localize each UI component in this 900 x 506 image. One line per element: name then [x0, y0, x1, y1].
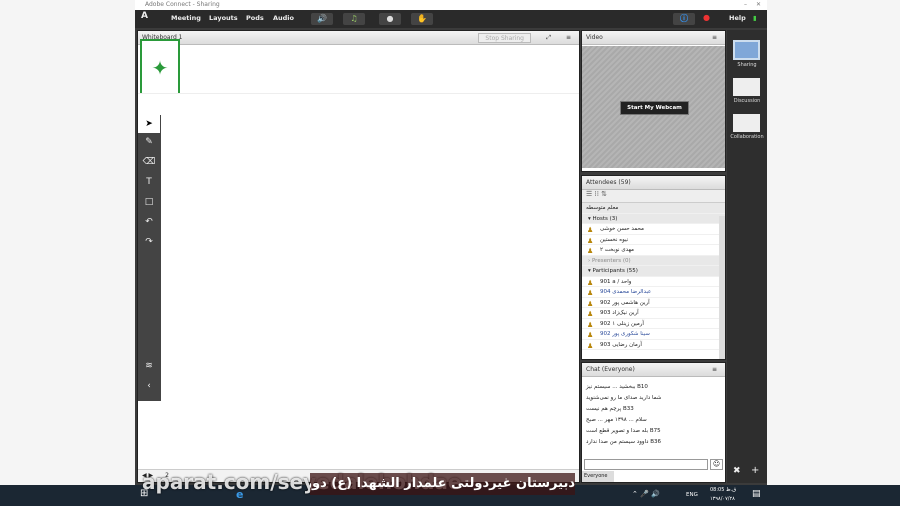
info-icon[interactable]: ⓘ — [673, 13, 695, 25]
stop-sharing-button[interactable]: Stop Sharing — [478, 33, 531, 43]
pod-menu-icon[interactable]: ≡ — [566, 31, 571, 45]
list-item[interactable]: ♟ 902 آرین هاشمی پور — [582, 298, 725, 308]
adobe-logo-icon: A — [141, 11, 148, 21]
attendees-pod: Attendees (59) ☰ ⁞⁞ ⇅ معلم متوسطه ▾ Host… — [581, 175, 726, 360]
group-presenters[interactable]: › Presenters (0) — [582, 255, 725, 266]
collapse-toolbar-icon[interactable]: ‹ — [138, 381, 160, 391]
pod-menu-icon[interactable]: ≡ — [712, 363, 717, 377]
group-hosts[interactable]: ▾ Hosts (3) — [582, 213, 725, 224]
chat-tab-everyone[interactable]: Everyone — [582, 471, 614, 482]
layout-sharing[interactable]: Sharing — [727, 62, 767, 68]
chat-messages: B10 ببخشید ... سیستم نیز شما دارید صدای … — [582, 377, 725, 448]
chat-message: B33 پرچم هم نیست — [586, 406, 634, 412]
attendees-scrollbar[interactable] — [719, 216, 725, 359]
caption-overlay: دبیرستان غیردولتی علمدار الشهدا (ع) دوره… — [310, 473, 575, 495]
attendees-title: Attendees (59) — [586, 179, 631, 186]
shape-tool-icon[interactable]: □ — [138, 197, 160, 207]
drawing-toolbar: ➤ ✎ ⌫ T □ ↶ ↷ ≋ ‹ — [138, 115, 161, 401]
chat-message: B75 بله صدا و تصویر قطع است — [586, 428, 661, 434]
chat-input[interactable] — [584, 459, 708, 470]
menu-pods[interactable]: Pods — [246, 14, 264, 22]
webcam-icon[interactable]: ● — [379, 13, 401, 25]
title-bar: Adobe Connect - Sharing – ✕ — [135, 0, 767, 10]
layout-collaboration[interactable]: Collaboration — [727, 134, 767, 140]
minimize-button[interactable]: – — [744, 0, 747, 10]
undo-icon[interactable]: ↶ — [138, 217, 160, 227]
group-participants[interactable]: ▾ Participants (55) — [582, 266, 725, 277]
clock-date[interactable]: ۱۳۹۸/۰۷/۲۸ — [710, 496, 735, 502]
record-icon[interactable]: ● — [703, 13, 710, 22]
chat-message: سلام ... ۱۳۹۸ مهر ... صبح — [586, 417, 647, 423]
layout-discussion-thumb[interactable] — [733, 78, 760, 96]
clock-time[interactable]: 08:05 ق.ظ — [710, 487, 736, 493]
list-item[interactable]: ♟ 902 آرمین زینلی ۱ — [582, 319, 725, 329]
tools-icon[interactable]: ✖ — [733, 466, 741, 476]
layouts-bar: Sharing Discussion Collaboration ✖ + — [727, 30, 767, 483]
add-layout-icon[interactable]: + — [751, 465, 759, 476]
adobe-connect-window: Adobe Connect - Sharing – ✕ A Meeting La… — [135, 0, 767, 506]
layers-icon[interactable]: ≋ — [138, 361, 160, 371]
window-title: Adobe Connect - Sharing — [145, 1, 220, 8]
language-indicator[interactable]: ENG — [686, 492, 698, 498]
menu-bar: A Meeting Layouts Pods Audio 🔊 ♫ ● ✋ ⓘ ●… — [135, 10, 767, 28]
list-item[interactable]: ♟ 903 آرمان رضایی — [582, 340, 725, 350]
list-item[interactable]: ♟ نیوه نخستین — [582, 235, 725, 245]
whiteboard-header: Whiteboard 1 Stop Sharing ⤢ ≡ — [138, 31, 579, 45]
chat-message: B10 ببخشید ... سیستم نیز — [586, 384, 648, 390]
microphone-icon[interactable]: ♫ — [343, 13, 365, 25]
close-button[interactable]: ✕ — [756, 0, 761, 10]
view-toggle-icons[interactable]: ☰ ⁞⁞ ⇅ — [582, 190, 725, 203]
start-webcam-button[interactable]: Start My Webcam — [620, 101, 689, 115]
layout-collaboration-thumb[interactable] — [733, 114, 760, 132]
list-item[interactable]: ♟ 903 آرین نیک‌زاد — [582, 308, 725, 319]
notification-icon[interactable]: ▤ — [752, 489, 761, 499]
chat-pod: Chat (Everyone) ≡ B10 ببخشید ... سیستم ن… — [581, 362, 726, 483]
redo-icon[interactable]: ↷ — [138, 237, 160, 247]
pencil-tool-icon[interactable]: ✎ — [138, 137, 160, 147]
fullscreen-icon[interactable]: ⤢ — [546, 31, 551, 45]
eraser-tool-icon[interactable]: ⌫ — [138, 157, 160, 167]
whiteboard-pod: Whiteboard 1 Stop Sharing ⤢ ≡ ✦ ➤ ✎ ⌫ T … — [137, 30, 580, 483]
tray-icons[interactable]: ⌃ 🎤 🔊 — [632, 490, 660, 498]
pod-menu-icon[interactable]: ≡ — [712, 31, 717, 45]
my-status[interactable]: معلم متوسطه — [582, 203, 725, 214]
raise-hand-icon[interactable]: ✋ — [411, 13, 433, 25]
text-tool-icon[interactable]: T — [138, 177, 160, 187]
menu-layouts[interactable]: Layouts — [209, 14, 238, 22]
connection-icon: ▮ — [753, 14, 757, 22]
video-area: Start My Webcam — [582, 46, 725, 168]
chat-title: Chat (Everyone) — [586, 366, 635, 373]
menu-meeting[interactable]: Meeting — [171, 14, 201, 22]
video-title: Video — [586, 34, 603, 41]
layout-discussion[interactable]: Discussion — [727, 98, 767, 104]
list-item[interactable]: ♟ 904 عبدالرضا محمدی — [582, 287, 725, 298]
chat-message: B36 داوود سیستم من صدا ندارد — [586, 439, 662, 445]
school-logo: ✦ — [140, 39, 180, 97]
layout-sharing-thumb[interactable] — [733, 40, 760, 60]
menu-audio[interactable]: Audio — [273, 14, 294, 22]
list-item[interactable]: ♟ 901 a / واحد — [582, 277, 725, 287]
list-item[interactable]: ♟ 902 سینا شکوری پور — [582, 329, 725, 340]
list-item[interactable]: ♟ مهدی نوبخت ۲ — [582, 245, 725, 256]
whiteboard-canvas[interactable] — [138, 93, 579, 423]
chat-message: شما دارید صدای ما رو نمی‌شنوید — [586, 395, 662, 401]
list-item[interactable]: ♟ محمد حسن خوشی — [582, 224, 725, 235]
select-tool-icon[interactable]: ➤ — [138, 115, 160, 133]
speaker-icon[interactable]: 🔊 — [311, 13, 333, 25]
video-pod: Video ≡ Start My Webcam — [581, 30, 726, 172]
menu-help[interactable]: Help — [729, 14, 746, 22]
emoticon-icon[interactable]: ☺ — [710, 459, 723, 470]
